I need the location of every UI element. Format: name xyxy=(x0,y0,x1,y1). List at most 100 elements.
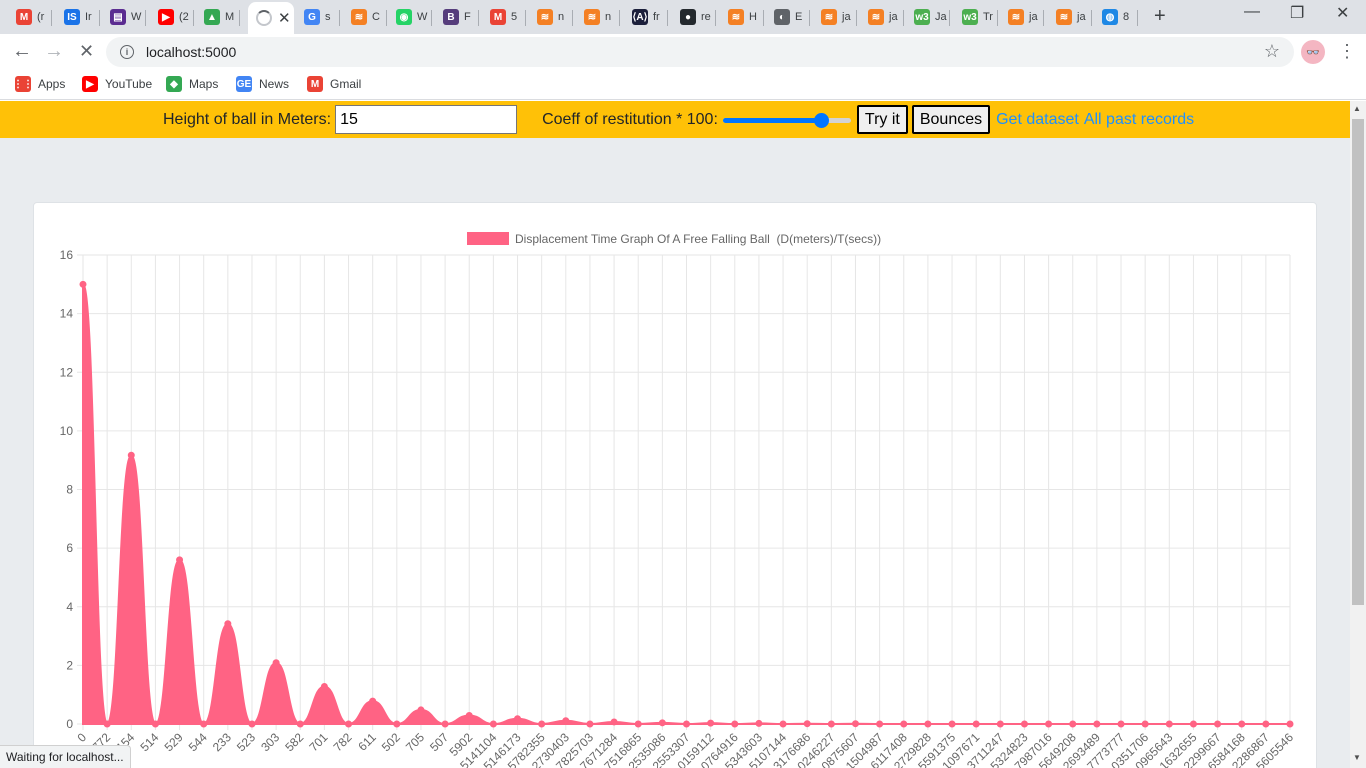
tab-separator xyxy=(339,10,340,26)
data-point xyxy=(683,720,690,728)
data-point xyxy=(538,720,546,728)
browser-tab[interactable]: ▶ (2 xyxy=(150,4,194,30)
loading-spinner-icon xyxy=(256,10,272,26)
data-point xyxy=(1214,720,1222,728)
coeff-slider-thumb[interactable] xyxy=(814,112,830,128)
scrollbar-thumb[interactable] xyxy=(1352,119,1364,605)
tab-separator xyxy=(386,10,387,26)
browser-tab[interactable]: ◉ W xyxy=(388,4,432,30)
data-point xyxy=(1286,720,1294,728)
x-tick-label: 303 xyxy=(258,730,282,754)
tab-label: fr xyxy=(653,11,660,23)
x-tick-label: 782 xyxy=(331,730,355,754)
tab-label: (2 xyxy=(179,11,189,23)
data-point xyxy=(996,720,1004,728)
browser-tab[interactable]: ● re xyxy=(672,4,716,30)
new-tab-button[interactable]: + xyxy=(1154,5,1166,28)
y-tick-label: 6 xyxy=(66,541,73,555)
height-input[interactable] xyxy=(335,105,518,134)
bookmark-news[interactable]: GE News xyxy=(236,76,289,92)
try-it-button[interactable]: Try it xyxy=(856,105,908,134)
bookmark-label: YouTube xyxy=(105,77,153,91)
tab-separator xyxy=(145,10,146,26)
browser-tab[interactable]: ≋ ja xyxy=(1048,4,1092,30)
bookmark-star-icon[interactable]: ☆ xyxy=(1264,41,1280,62)
browser-tab[interactable]: ≋ ja xyxy=(1000,4,1044,30)
tab-separator xyxy=(572,10,573,26)
stop-loading-icon[interactable]: ✕ xyxy=(79,41,94,62)
scroll-up-icon[interactable]: ▲ xyxy=(1353,104,1361,113)
data-point xyxy=(827,720,835,728)
data-point xyxy=(1020,720,1028,728)
browser-tab[interactable]: M5 xyxy=(482,4,526,30)
data-point xyxy=(1069,720,1077,728)
tab-label: Ja xyxy=(935,11,947,23)
browser-tab[interactable]: M (r xyxy=(8,4,52,30)
back-icon[interactable]: ← xyxy=(12,40,32,63)
vertical-scrollbar[interactable]: ▲ ▼ xyxy=(1350,101,1366,768)
tab-favicon-icon: ≋ xyxy=(537,9,553,25)
forward-icon[interactable]: → xyxy=(44,40,64,63)
data-point xyxy=(1165,720,1173,728)
bookmark-apps[interactable]: ⋮⋮ Apps xyxy=(13,76,65,92)
tab-favicon-icon: ◍ xyxy=(1102,9,1118,25)
close-tab-icon[interactable]: ✕ xyxy=(278,9,291,27)
browser-tab[interactable]: BF xyxy=(435,4,479,30)
bookmark-maps[interactable]: ◆ Maps xyxy=(166,76,218,92)
browser-tab[interactable]: ◍ 8 xyxy=(1094,4,1138,30)
tab-favicon-icon: w3 xyxy=(914,9,930,25)
browser-tab[interactable]: ≋ H xyxy=(720,4,764,30)
bounces-button[interactable]: Bounces xyxy=(911,105,991,134)
browser-tab[interactable]: Gs xyxy=(296,4,340,30)
site-info-icon[interactable]: i xyxy=(120,45,134,59)
browser-tab[interactable]: ≋ n xyxy=(529,4,573,30)
bookmark-gmail[interactable]: M Gmail xyxy=(307,76,361,92)
bookmark-label: News xyxy=(259,77,290,91)
browser-tab[interactable]: ✕ xyxy=(248,2,294,34)
browser-tab[interactable]: ≋ ja xyxy=(860,4,904,30)
y-tick-label: 0 xyxy=(66,717,73,731)
data-point xyxy=(393,720,401,728)
minimize-icon[interactable]: — xyxy=(1244,3,1260,21)
x-tick-label: 705 xyxy=(403,730,427,754)
browser-tab[interactable]: ◐ E xyxy=(766,4,810,30)
tab-separator xyxy=(51,10,52,26)
browser-tab[interactable]: IS Ir xyxy=(56,4,100,30)
data-point xyxy=(851,720,859,728)
browser-tab[interactable]: ≋ n xyxy=(576,4,620,30)
browser-tab[interactable]: ▤ W xyxy=(102,4,146,30)
browser-tab[interactable]: ≋ ja xyxy=(813,4,857,30)
profile-avatar[interactable]: 👓 xyxy=(1301,40,1325,64)
address-input[interactable] xyxy=(144,43,1044,61)
tab-label: ja xyxy=(1077,11,1086,23)
address-bar[interactable]: i ☆ xyxy=(106,37,1294,67)
get-dataset-link[interactable]: Get dataset xyxy=(996,111,1079,129)
bookmark-youtube[interactable]: ▶ YouTube xyxy=(82,76,152,92)
browser-tab[interactable]: w3 Ja xyxy=(906,4,950,30)
tab-favicon-icon: M xyxy=(16,9,32,25)
data-point xyxy=(948,720,956,728)
data-point xyxy=(658,719,666,727)
data-point xyxy=(272,659,280,667)
tab-separator xyxy=(431,10,432,26)
tab-favicon-icon: B xyxy=(443,9,459,25)
y-tick-label: 12 xyxy=(60,365,74,379)
bookmarks-bar: ⋮⋮ Apps ▶ YouTube ◆ Maps GE News M Gmail xyxy=(0,70,1366,100)
tab-favicon-icon: ≋ xyxy=(868,9,884,25)
browser-tab[interactable]: ▲ M xyxy=(196,4,240,30)
past-records-link[interactable]: All past records xyxy=(1084,111,1194,129)
browser-menu-icon[interactable]: ⋮ xyxy=(1338,41,1356,62)
data-point xyxy=(296,720,304,728)
browser-tab[interactable]: ⟨A⟩ fr xyxy=(624,4,668,30)
tab-favicon-icon: w3 xyxy=(962,9,978,25)
data-point xyxy=(707,719,715,727)
browser-tab[interactable]: w3 Tr xyxy=(954,4,998,30)
restore-icon[interactable]: ❐ xyxy=(1290,3,1304,23)
coeff-slider[interactable] xyxy=(722,110,851,130)
tab-label: n xyxy=(558,11,565,23)
close-window-icon[interactable]: ✕ xyxy=(1336,3,1349,23)
scroll-down-icon[interactable]: ▼ xyxy=(1353,753,1361,762)
tab-separator xyxy=(525,10,526,26)
tab-separator xyxy=(667,10,668,26)
browser-tab[interactable]: ≋ C xyxy=(343,4,387,30)
